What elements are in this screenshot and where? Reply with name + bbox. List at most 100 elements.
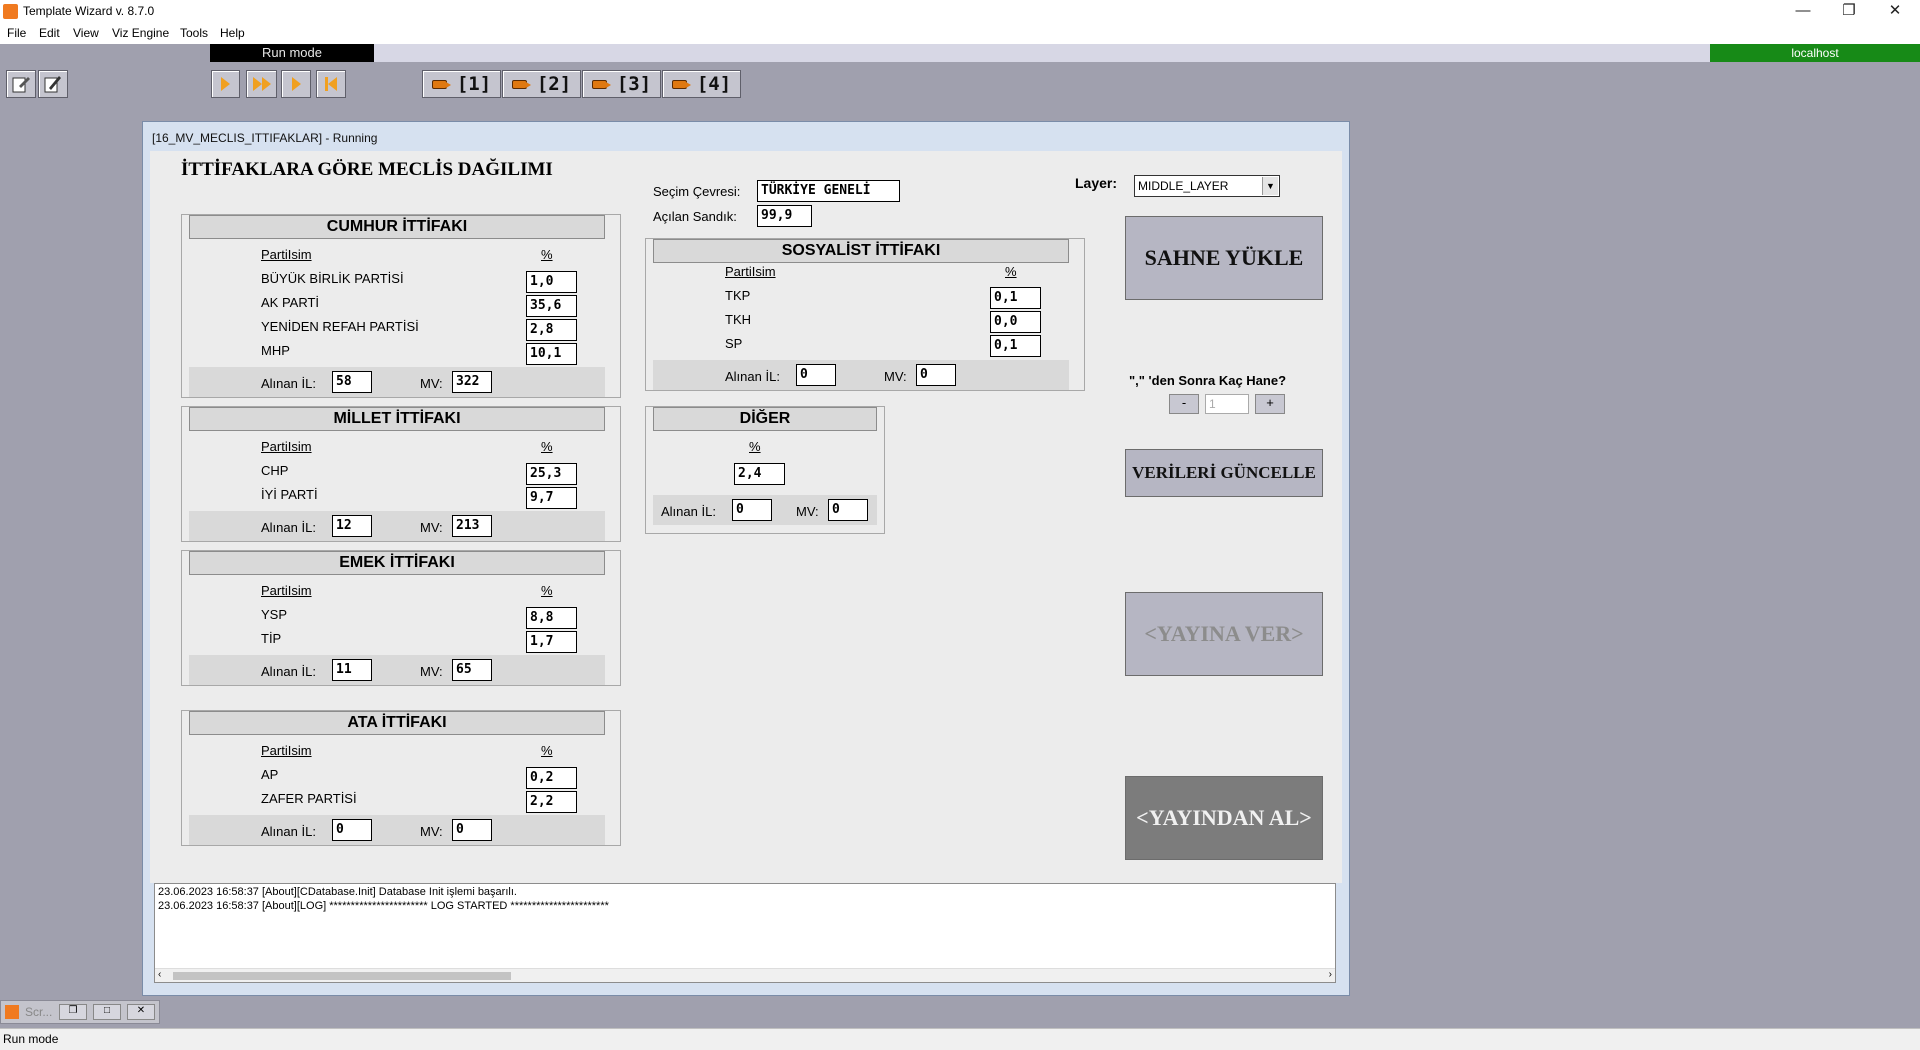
sahne-yukle-button[interactable]: SAHNE YÜKLE bbox=[1125, 216, 1323, 300]
party-pct-field[interactable]: 2,2 bbox=[526, 791, 577, 813]
verileri-guncelle-button[interactable]: VERİLERİ GÜNCELLE bbox=[1125, 449, 1323, 497]
il-field[interactable]: 0 bbox=[732, 499, 772, 521]
il-label: Alınan İL: bbox=[261, 376, 316, 391]
app-icon bbox=[5, 1005, 19, 1019]
camera-3-button[interactable]: [3] bbox=[582, 70, 661, 98]
ata-footer bbox=[189, 815, 605, 845]
menu-tools[interactable]: Tools bbox=[180, 26, 208, 40]
scroll-left-icon[interactable]: ‹ bbox=[158, 969, 161, 980]
chevron-down-icon: ▼ bbox=[1262, 177, 1278, 195]
minimized-window-title: Scr... bbox=[25, 1005, 53, 1019]
mv-field[interactable]: 322 bbox=[452, 371, 492, 393]
camera-icon bbox=[591, 79, 611, 89]
yayindan-al-button[interactable]: <YAYINDAN AL> bbox=[1125, 776, 1323, 860]
camera-4-button[interactable]: [4] bbox=[662, 70, 741, 98]
play-next-button[interactable] bbox=[281, 70, 311, 98]
edit-pen-icon bbox=[44, 76, 61, 93]
il-field[interactable]: 11 bbox=[332, 659, 372, 681]
close-icon[interactable]: ✕ bbox=[1872, 0, 1918, 24]
party-pct-field[interactable]: 0,1 bbox=[990, 287, 1041, 309]
millet-col-pct: % bbox=[541, 439, 553, 454]
menu-viz-engine[interactable]: Viz Engine bbox=[112, 26, 169, 40]
yayina-ver-button[interactable]: <YAYINA VER> bbox=[1125, 592, 1323, 676]
party-name: MHP bbox=[261, 343, 290, 358]
restore-icon[interactable]: ❐ bbox=[1826, 0, 1872, 24]
mv-field[interactable]: 0 bbox=[916, 364, 956, 386]
party-pct-field[interactable]: 35,6 bbox=[526, 295, 577, 317]
ata-col-pct: % bbox=[541, 743, 553, 758]
maximize-icon[interactable]: □ bbox=[93, 1004, 121, 1020]
sandik-field[interactable]: 99,9 bbox=[757, 205, 812, 227]
horizontal-scrollbar[interactable]: ‹ › bbox=[155, 968, 1335, 982]
il-field[interactable]: 12 bbox=[332, 515, 372, 537]
play-icon bbox=[221, 77, 230, 91]
minimized-window[interactable]: Scr... ❐ □ ✕ bbox=[0, 1000, 160, 1024]
mv-label: MV: bbox=[420, 520, 443, 535]
menu-edit[interactable]: Edit bbox=[39, 26, 60, 40]
edit-template-button[interactable] bbox=[6, 70, 36, 98]
decimals-minus-button[interactable]: - bbox=[1169, 394, 1199, 414]
party-pct-field[interactable]: 8,8 bbox=[526, 607, 577, 629]
millet-title: MİLLET İTTİFAKI bbox=[189, 407, 605, 431]
mv-field[interactable]: 0 bbox=[452, 819, 492, 841]
party-pct-field[interactable]: 0,0 bbox=[990, 311, 1041, 333]
decimals-label: "," 'den Sonra Kaç Hane? bbox=[1129, 373, 1287, 388]
layer-select[interactable]: MIDDLE_LAYER ▼ bbox=[1134, 175, 1280, 197]
mv-label: MV: bbox=[420, 376, 443, 391]
emek-footer bbox=[189, 655, 605, 685]
party-pct-field[interactable]: 2,8 bbox=[526, 319, 577, 341]
play-button[interactable] bbox=[211, 70, 240, 98]
edit-data-button[interactable] bbox=[38, 70, 68, 98]
party-pct-field[interactable]: 0,1 bbox=[990, 335, 1041, 357]
sandik-label: Açılan Sandık: bbox=[653, 209, 737, 224]
log-line: 23.06.2023 16:58:37 [About][CDatabase.In… bbox=[158, 886, 517, 898]
mv-field[interactable]: 0 bbox=[828, 499, 868, 521]
restore-icon[interactable]: ❐ bbox=[59, 1004, 87, 1020]
decimals-plus-button[interactable]: + bbox=[1255, 394, 1285, 414]
il-field[interactable]: 58 bbox=[332, 371, 372, 393]
status-text: Run mode bbox=[3, 1032, 59, 1046]
party-name: SP bbox=[725, 336, 743, 351]
party-name: BÜYÜK BİRLİK PARTİSİ bbox=[261, 271, 404, 286]
il-field[interactable]: 0 bbox=[796, 364, 836, 386]
party-name: İYİ PARTİ bbox=[261, 487, 318, 502]
rewind-button[interactable] bbox=[316, 70, 346, 98]
secim-label: Seçim Çevresi: bbox=[653, 184, 741, 199]
continue-button[interactable] bbox=[246, 70, 277, 98]
mv-label: MV: bbox=[796, 504, 819, 519]
close-icon[interactable]: ✕ bbox=[127, 1004, 155, 1020]
party-pct-field[interactable]: 9,7 bbox=[526, 487, 577, 509]
mv-field[interactable]: 213 bbox=[452, 515, 492, 537]
diger-pct-field[interactable]: 2,4 bbox=[734, 463, 785, 485]
party-pct-field[interactable]: 1,7 bbox=[526, 631, 577, 653]
il-field[interactable]: 0 bbox=[332, 819, 372, 841]
party-pct-field[interactable]: 10,1 bbox=[526, 343, 577, 365]
camera-icon bbox=[511, 79, 531, 89]
decimals-field[interactable]: 1 bbox=[1205, 394, 1249, 414]
mv-label: MV: bbox=[884, 369, 907, 384]
edit-doc-icon bbox=[12, 77, 30, 93]
secim-field[interactable]: TÜRKİYE GENELİ bbox=[757, 180, 900, 202]
scroll-right-icon[interactable]: › bbox=[1329, 969, 1332, 980]
play-next-icon bbox=[291, 77, 301, 91]
sosyalist-col-pct: % bbox=[1005, 264, 1017, 279]
app-icon bbox=[3, 4, 18, 19]
log-panel[interactable]: 23.06.2023 16:58:37 [About][CDatabase.In… bbox=[154, 883, 1336, 983]
party-pct-field[interactable]: 0,2 bbox=[526, 767, 577, 789]
menu-file[interactable]: File bbox=[7, 26, 26, 40]
page-title: İTTİFAKLARA GÖRE MECLİS DAĞILIMI bbox=[181, 159, 553, 180]
app-title: Template Wizard v. 8.7.0 bbox=[23, 4, 155, 18]
party-pct-field[interactable]: 1,0 bbox=[526, 271, 577, 293]
menu-help[interactable]: Help bbox=[220, 26, 245, 40]
camera-2-button[interactable]: [2] bbox=[502, 70, 581, 98]
party-name: ZAFER PARTİSİ bbox=[261, 791, 357, 806]
scrollbar-thumb[interactable] bbox=[173, 972, 511, 980]
party-pct-field[interactable]: 25,3 bbox=[526, 463, 577, 485]
diger-title: DİĞER bbox=[653, 407, 877, 431]
camera-1-button[interactable]: [1] bbox=[422, 70, 501, 98]
party-name: TKP bbox=[725, 288, 751, 303]
menu-view[interactable]: View bbox=[73, 26, 99, 40]
minimize-icon[interactable]: — bbox=[1780, 0, 1826, 24]
mv-field[interactable]: 65 bbox=[452, 659, 492, 681]
emek-col-pct: % bbox=[541, 583, 553, 598]
